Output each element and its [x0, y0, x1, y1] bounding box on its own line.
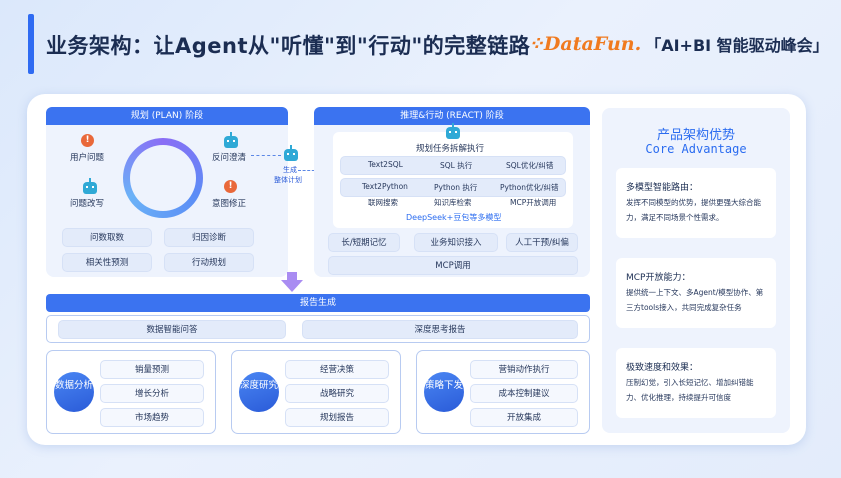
report-head: 报告生成	[46, 294, 590, 312]
report-mode-qa: 数据智能问答	[58, 320, 286, 339]
sql-item: SQL 执行	[440, 161, 473, 170]
sql-item: SQL优化/纠错	[506, 161, 554, 170]
robot-icon	[83, 178, 97, 194]
advantage-card-heading: MCP开放能力：	[626, 273, 691, 283]
title-accent-bar	[28, 14, 34, 74]
advantage-card-heading: 极致速度和效果：	[626, 363, 699, 373]
advantage-card: MCP开放能力： 提供统一上下文、多Agent/模型协作、第三方tools接入，…	[616, 258, 776, 328]
advantage-panel: 产品架构优势 Core Advantage 多模型智能路由： 发挥不同模型的优势…	[602, 108, 790, 433]
group-item: 规划报告	[285, 408, 389, 427]
python-item: Text2Python	[362, 182, 408, 191]
advantage-title: 产品架构优势	[656, 128, 735, 143]
exec-title: 规划任务拆解执行	[416, 144, 485, 154]
plan-chip-query: 问数取数	[62, 228, 152, 247]
mcp-chip: MCP调用	[328, 256, 578, 275]
plan-panel-head: 规划 (PLAN) 阶段	[46, 107, 288, 125]
search-item: MCP开放调用	[510, 198, 557, 207]
robot-icon	[446, 123, 460, 139]
group-label: 数据分析	[54, 372, 94, 412]
group-item: 营销动作执行	[470, 360, 578, 379]
advantage-card-text: 发挥不同模型的优势，提供更强大综合能力，满足不同场景个性需求。	[626, 198, 761, 222]
loop-ring	[123, 138, 203, 218]
report-mode-deep: 深度思考报告	[302, 320, 578, 339]
advantage-card-heading: 多模型智能路由：	[626, 183, 699, 193]
loop-item-user-question: 用户问题	[70, 153, 105, 163]
tool-chip: 业务知识接入	[414, 233, 498, 252]
group-item: 成本控制建议	[470, 384, 578, 403]
plan-chip-attribution: 归因诊断	[164, 228, 254, 247]
datafun-logo: ⁘ DataFun.	[528, 33, 642, 55]
down-arrow-icon	[281, 272, 303, 292]
group-item: 市场趋势	[100, 408, 204, 427]
warning-icon: !	[224, 180, 237, 193]
event-name: 「AI+BI 智能驱动峰会」	[645, 36, 829, 55]
search-item: 联网搜索	[368, 198, 398, 207]
group-item: 增长分析	[100, 384, 204, 403]
brand: ⁘ DataFun. 「AI+BI 智能驱动峰会」	[528, 32, 829, 56]
tool-chip: 长/短期记忆	[328, 233, 400, 252]
plan-chip-action-plan: 行动规划	[164, 253, 254, 272]
group-item: 经营决策	[285, 360, 389, 379]
loop-item-intent-fix: 意图修正	[212, 199, 247, 209]
loop-item-clarify: 反问澄清	[212, 153, 247, 163]
advantage-card-text: 压制幻觉，引入长短记忆、增加纠错能力、优化推理，持续提升可信度	[626, 378, 754, 402]
search-item: 知识库检索	[434, 198, 472, 207]
warning-icon: !	[81, 134, 94, 147]
slide: 业务架构：让Agent从"听懂"到"行动"的完整链路 ⁘ DataFun. 「AI…	[0, 0, 841, 478]
plan-chip-correlation: 相关性预测	[62, 253, 152, 272]
advantage-subtitle: Core Advantage	[645, 142, 747, 156]
connector-label: 生成	[283, 166, 297, 174]
advantage-card: 极致速度和效果： 压制幻觉，引入长短记忆、增加纠错能力、优化推理，持续提升可信度	[616, 348, 776, 418]
group-item: 销量预测	[100, 360, 204, 379]
python-item: Python优化/纠错	[500, 183, 559, 192]
tool-chip: 人工干预/纠偏	[506, 233, 578, 252]
robot-icon	[284, 145, 298, 161]
group-label: 深度研究	[239, 372, 279, 412]
advantage-card: 多模型智能路由： 发挥不同模型的优势，提供更强大综合能力，满足不同场景个性需求。	[616, 168, 776, 238]
loop-item-rewrite: 问题改写	[70, 199, 105, 209]
group-label: 策略下发	[424, 372, 464, 412]
advantage-card-text: 提供统一上下文、多Agent/模型协作、第三方tools接入，共同完成复杂任务	[626, 288, 764, 312]
page-title: 业务架构：让Agent从"听懂"到"行动"的完整链路	[46, 34, 531, 58]
group-item: 战略研究	[285, 384, 389, 403]
sql-item: Text2SQL	[368, 160, 403, 169]
group-item: 开放集成	[470, 408, 578, 427]
model-label: DeepSeek+豆包等多模型	[406, 213, 502, 222]
robot-icon	[224, 132, 238, 148]
connector-label: 整体计划	[274, 176, 302, 184]
connector-line	[251, 155, 281, 156]
python-item: Python 执行	[434, 183, 478, 192]
